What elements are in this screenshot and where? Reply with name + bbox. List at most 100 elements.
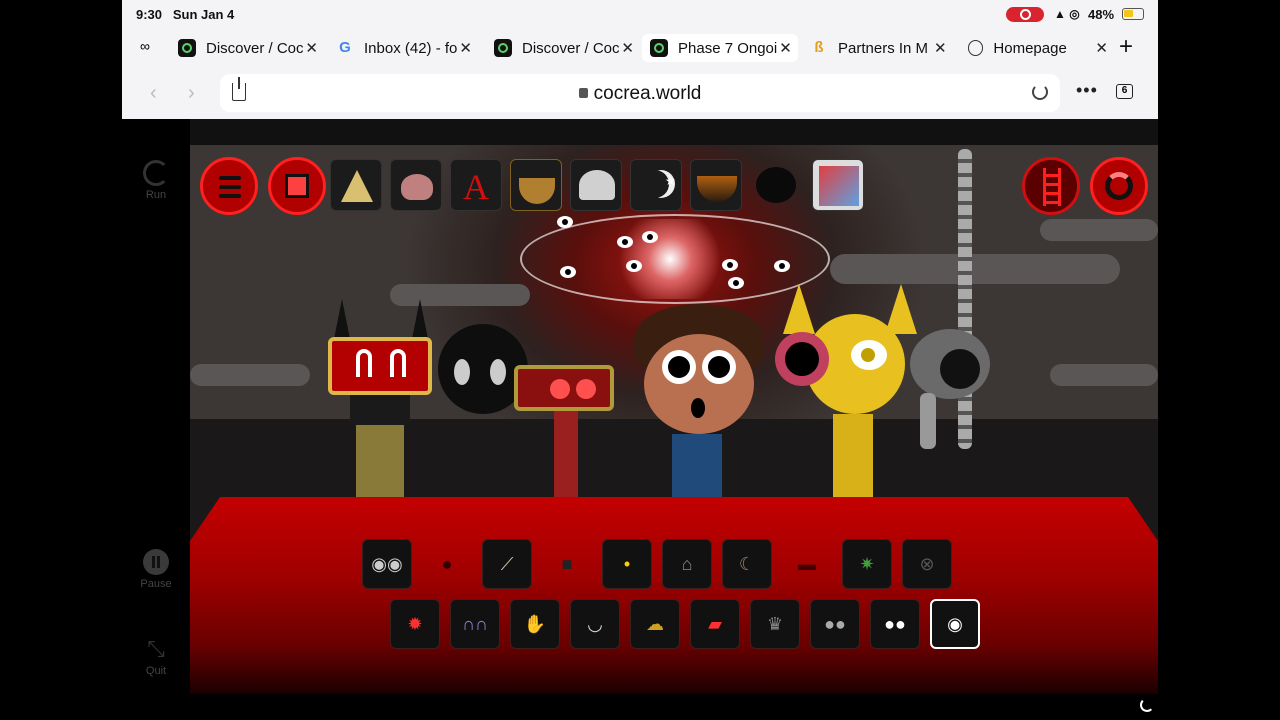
cloud: [190, 364, 310, 386]
palette-helmet-icon[interactable]: [570, 159, 622, 211]
pause-button[interactable]: Pause: [132, 549, 180, 590]
record-button[interactable]: [268, 157, 326, 215]
close-icon[interactable]: ✕: [621, 39, 634, 57]
close-icon[interactable]: ✕: [305, 39, 318, 57]
tv-screen: [328, 337, 432, 395]
tab-title: Phase 7 Ongoi: [678, 39, 778, 57]
sound-slot-tv[interactable]: ▰: [690, 599, 740, 649]
sound-slot-crown[interactable]: ♛: [750, 599, 800, 649]
character-bloody-tv[interactable]: [510, 349, 620, 499]
url-display[interactable]: cocrea.world: [220, 83, 1060, 105]
sound-slot-bar[interactable]: ▬: [782, 539, 832, 589]
orbit-eye: [557, 216, 573, 228]
character-chained-head[interactable]: [900, 329, 1000, 449]
collapse-icon: ⤡: [147, 636, 165, 661]
ship-icon: ⌂: [681, 553, 693, 574]
palette-moon-icon[interactable]: ★: [630, 159, 682, 211]
close-icon[interactable]: ✕: [934, 39, 947, 57]
sound-slot-splat[interactable]: ✷: [842, 539, 892, 589]
bright-eyes-icon: ●●: [884, 613, 906, 634]
sound-slot-moon[interactable]: ☾: [722, 539, 772, 589]
arcs-icon: ∩∩: [462, 613, 488, 634]
sound-slot-spider[interactable]: ■: [542, 539, 592, 589]
cloud: [1040, 219, 1158, 241]
sound-slot-feather[interactable]: ⟋: [482, 539, 532, 589]
tab-title: Partners In M: [838, 39, 929, 57]
close-icon[interactable]: ✕: [779, 39, 792, 57]
hair-icon: ☁: [646, 613, 664, 634]
private-mask-icon[interactable]: ∞: [140, 38, 160, 54]
stop-icon: [285, 174, 309, 198]
palette-bowl-icon[interactable]: [510, 159, 562, 211]
sound-slot-mouth[interactable]: ◡: [570, 599, 620, 649]
timer-icon: [1105, 172, 1133, 200]
globe-icon: [968, 40, 984, 56]
run-button[interactable]: Run: [132, 160, 180, 201]
battery-icon: [1122, 8, 1144, 20]
back-icon[interactable]: ‹: [150, 82, 157, 105]
spider-icon: ■: [561, 553, 573, 574]
cocrea-icon: [494, 39, 512, 57]
menu-button[interactable]: [200, 157, 258, 215]
browser-chrome: 9:30 Sun Jan 4 ▲ ◎ 48% ∞ Discover / Coc …: [122, 0, 1158, 119]
mouth-icon: ◡: [587, 613, 603, 634]
palette-dome-icon[interactable]: [690, 159, 742, 211]
wheel-icon: ⊗: [919, 553, 935, 574]
character-yellow-cat[interactable]: [775, 284, 920, 499]
cocrea-icon: [650, 39, 668, 57]
sound-slot-hand[interactable]: ✋: [510, 599, 560, 649]
sound-slot-blob[interactable]: ●: [422, 539, 472, 589]
character-curly-hair[interactable]: [630, 304, 770, 499]
palette-gear-icon[interactable]: [750, 159, 802, 211]
timer-button[interactable]: [1090, 157, 1148, 215]
palette-picture-icon[interactable]: [812, 159, 864, 211]
url-bar[interactable]: cocrea.world: [220, 74, 1060, 112]
quit-button[interactable]: ⤡ Quit: [132, 636, 180, 677]
sound-slot-hair[interactable]: ☁: [630, 599, 680, 649]
tabs-overview-button[interactable]: 6: [1116, 84, 1133, 99]
forward-icon[interactable]: ›: [188, 82, 195, 105]
sound-slot-red-star[interactable]: ✹: [390, 599, 440, 649]
sound-slot-arcs[interactable]: ∩∩: [450, 599, 500, 649]
menu-line: [219, 194, 241, 198]
sound-slot-eyes[interactable]: ◉◉: [362, 539, 412, 589]
sound-slot-glow[interactable]: •: [602, 539, 652, 589]
new-tab-icon[interactable]: +: [1119, 34, 1133, 60]
ladder-button[interactable]: [1022, 157, 1080, 215]
lock-icon: [578, 88, 588, 98]
close-icon[interactable]: ✕: [459, 39, 472, 57]
game-canvas[interactable]: A ★ ◉◉ ● ⟋ ■ • ⌂ ☾ ▬ ✷ ⊗ ✹ ∩∩ ✋ ◡ ☁ ▰ ♛ …: [190, 119, 1158, 694]
character-tv-horned[interactable]: [320, 299, 440, 499]
pause-icon: [143, 549, 169, 575]
orbit-eye: [560, 266, 576, 278]
palette-cone-icon[interactable]: [330, 159, 382, 211]
reload-icon[interactable]: [1032, 84, 1048, 100]
sound-slot-bright-eyes[interactable]: ●●: [870, 599, 920, 649]
palette-letter-icon[interactable]: A: [450, 159, 502, 211]
refresh-icon: [143, 160, 169, 186]
sound-slot-eye-selected[interactable]: ◉: [930, 599, 980, 649]
close-icon[interactable]: ✕: [1095, 39, 1108, 57]
tab-discover-2[interactable]: Discover / Coc ✕: [494, 34, 634, 62]
menu-line: [219, 176, 241, 180]
palette-paws-icon[interactable]: [390, 159, 442, 211]
cloud: [830, 254, 1120, 284]
eyes-icon: ◉◉: [371, 553, 403, 574]
tab-inbox[interactable]: G Inbox (42) - fo ✕: [336, 34, 476, 62]
feather-icon: ⟋: [500, 553, 514, 574]
sound-slot-gray-eyes[interactable]: ●●: [810, 599, 860, 649]
sound-slot-ship[interactable]: ⌂: [662, 539, 712, 589]
status-bar: 9:30 Sun Jan 4 ▲ ◎ 48%: [122, 0, 1158, 28]
ladder-icon: [1043, 168, 1061, 206]
tab-homepage[interactable]: Homepage ✕: [968, 34, 1108, 62]
tv-icon: ▰: [708, 613, 722, 634]
sound-slot-wheel[interactable]: ⊗: [902, 539, 952, 589]
crown-icon: ♛: [766, 613, 784, 634]
tab-phase-7[interactable]: Phase 7 Ongoi ✕: [642, 34, 798, 62]
battery-percent: 48%: [1088, 7, 1115, 22]
tab-discover-1[interactable]: Discover / Coc ✕: [178, 34, 318, 62]
tab-title: Inbox (42) - fo: [364, 39, 458, 57]
tab-partners[interactable]: ß Partners In M ✕: [810, 34, 952, 62]
eye-icon: ◉: [947, 613, 963, 634]
more-icon[interactable]: •••: [1076, 80, 1098, 101]
